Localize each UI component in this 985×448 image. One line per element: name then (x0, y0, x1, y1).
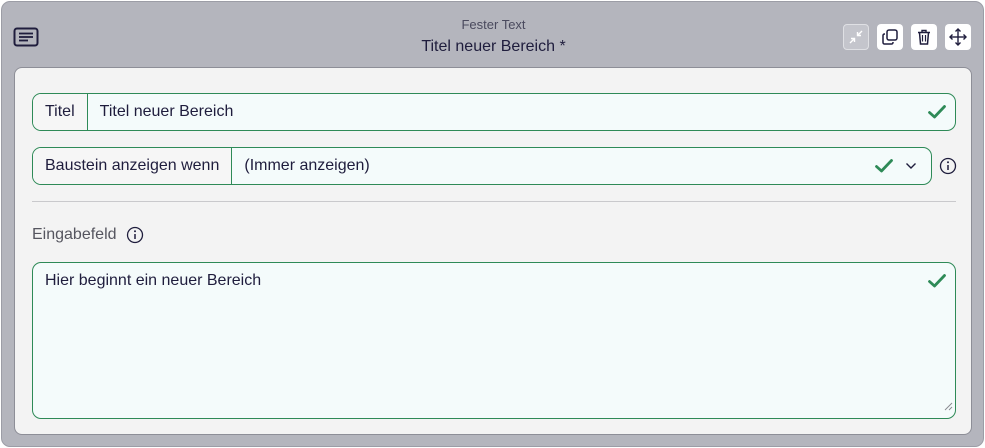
section-divider (32, 201, 956, 202)
valid-check-icon (928, 105, 946, 119)
condition-select[interactable]: (Immer anzeigen) (232, 148, 931, 184)
title-input-value: Titel neuer Bereich (99, 103, 234, 120)
resize-handle-icon[interactable] (944, 398, 953, 416)
valid-check-icon (875, 159, 893, 173)
title-input[interactable]: Titel neuer Bereich (88, 94, 955, 130)
collapse-button[interactable] (843, 24, 869, 50)
input-field-label: Eingabefeld (32, 226, 117, 243)
content-textarea[interactable]: Hier beginnt ein neuer Bereich (32, 262, 956, 419)
section-block: Fester Text Titel neuer Bereich * Titel … (1, 1, 984, 447)
trash-icon (918, 29, 930, 45)
copy-icon (882, 29, 898, 45)
valid-check-icon (928, 274, 946, 288)
delete-button[interactable] (911, 24, 937, 50)
chevron-down-icon[interactable] (905, 162, 917, 170)
copy-button[interactable] (877, 24, 903, 50)
content-textarea-value: Hier beginnt ein neuer Bereich (45, 272, 262, 289)
title-field: Titel Titel neuer Bereich (32, 93, 956, 131)
condition-info-icon[interactable] (939, 157, 957, 175)
condition-field-label: Baustein anzeigen wenn (33, 148, 233, 184)
block-content-panel: Titel Titel neuer Bereich Baustein anzei… (14, 67, 972, 435)
move-icon (949, 28, 967, 46)
condition-field: Baustein anzeigen wenn (Immer anzeigen) (32, 147, 932, 185)
condition-select-value: (Immer anzeigen) (244, 157, 370, 174)
block-type-label: Fester Text (461, 17, 526, 32)
title-field-label: Titel (33, 94, 88, 130)
collapse-icon (849, 30, 863, 44)
move-button[interactable] (945, 24, 971, 50)
block-title: Titel neuer Bereich * (421, 38, 566, 55)
input-info-icon[interactable] (126, 226, 144, 244)
